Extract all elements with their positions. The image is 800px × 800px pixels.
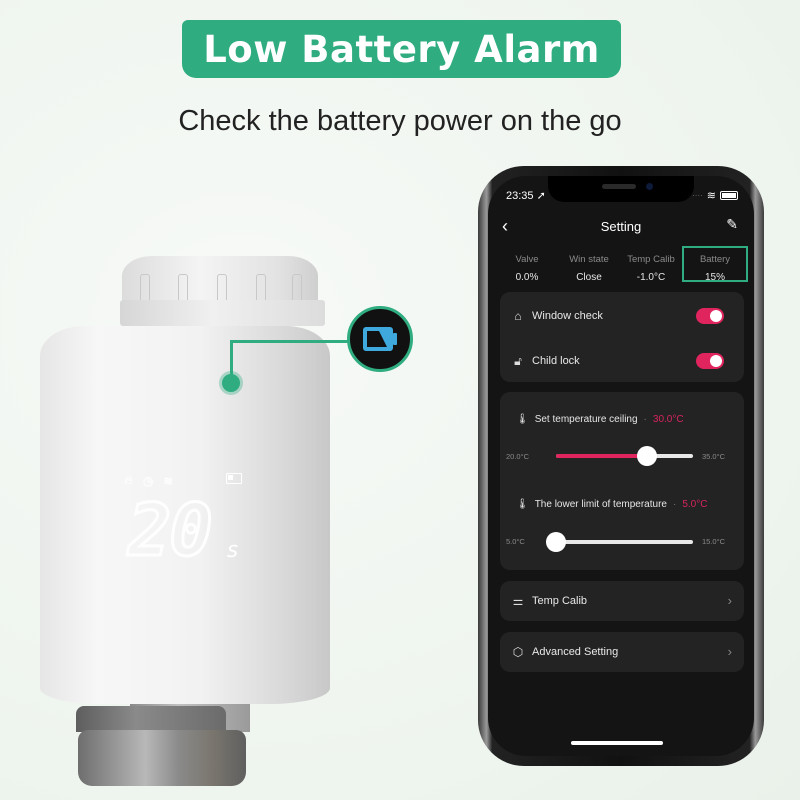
temp-calib-item[interactable]: ⚌ Temp Calib › (500, 581, 744, 621)
slider-max-label: 35.0°C (702, 452, 726, 461)
menu-row: ⬡ Advanced Setting (510, 640, 734, 664)
separator-dot: · (643, 414, 647, 425)
battery-icon (720, 191, 738, 200)
stat-temp-calib: Temp Calib -1.0°C (620, 246, 682, 290)
slider-knob[interactable] (546, 532, 566, 552)
advanced-setting-item[interactable]: ⬡ Advanced Setting › (500, 632, 744, 672)
wifi-icon: ≋ (163, 473, 174, 488)
lower-limit-slider[interactable] (546, 532, 693, 552)
stat-label: Temp Calib (627, 254, 675, 265)
edit-icon[interactable]: ✎ (726, 216, 738, 233)
status-time-wrap: 23:35 ➚ (506, 189, 546, 202)
ceiling-slider[interactable] (556, 446, 693, 466)
lcd-suffix: s (226, 538, 240, 563)
phone-screen: 23:35 ➚ ···· ≋ ‹ Setting ✎ Valve 0.0% Wi… (488, 176, 754, 756)
page-title: Setting (600, 219, 642, 234)
wifi-icon: ≋ (706, 190, 716, 202)
thermostat-body: 🔥︎ ◷ ≋ 20 s (40, 326, 330, 704)
home-indicator[interactable] (571, 741, 663, 745)
stats-row: Valve 0.0% Win state Close Temp Calib -1… (496, 246, 748, 290)
unlock-icon: 🔓︎ (514, 353, 522, 368)
sliders-icon: ⚌ (512, 594, 524, 608)
signal-icon: ···· (692, 191, 703, 200)
menu-label: Temp Calib (532, 595, 588, 607)
location-icon: ➚ (536, 190, 546, 202)
slider-knob[interactable] (637, 446, 658, 466)
subtitle: Check the battery power on the go (178, 105, 622, 137)
thermometer-icon: 🌡︎ (516, 499, 529, 510)
lcd-temperature: 20 (127, 487, 215, 574)
lcd-icons: 🔥︎ ◷ ≋ (124, 473, 173, 488)
chevron-right-icon: › (727, 593, 732, 608)
clock-icon: ◷ (142, 473, 154, 488)
slider-min-label: 20.0°C (506, 452, 530, 461)
stat-valve: Valve 0.0% (496, 246, 558, 290)
banner-title: Low Battery Alarm (203, 27, 600, 71)
slider-label: Set temperature ceiling (534, 414, 638, 425)
temperature-limits-card: 🌡︎ Set temperature ceiling · 30.0°C 20.0… (500, 392, 744, 570)
banner: Low Battery Alarm (182, 20, 621, 78)
toggle-label: Window check (532, 310, 603, 322)
window-check-row: ⌂ Window check (510, 304, 734, 328)
stat-win-state: Win state Close (558, 246, 620, 290)
callout-line (230, 340, 350, 343)
slider-fill (556, 454, 648, 458)
child-lock-toggle[interactable] (696, 353, 724, 369)
flame-icon: 🔥︎ (124, 473, 133, 487)
stat-label: Valve (515, 254, 539, 265)
status-time: 23:35 (506, 190, 534, 202)
thermostat-device: 🔥︎ ◷ ≋ 20 s (40, 250, 340, 790)
status-right: ···· ≋ (692, 189, 738, 202)
thermostat-cap-ring (120, 300, 325, 326)
toggle-label: Child lock (532, 355, 580, 367)
phone: 23:35 ➚ ···· ≋ ‹ Setting ✎ Valve 0.0% Wi… (478, 166, 764, 766)
slider-value: 30.0°C (652, 414, 684, 425)
callout-battery-badge (347, 306, 413, 372)
status-bar: 23:35 ➚ ···· ≋ (506, 189, 738, 202)
battery-low-icon (363, 327, 397, 351)
callout-dot (222, 374, 240, 392)
home-search-icon: ⌂ (514, 309, 522, 323)
hexagon-settings-icon: ⬡ (512, 645, 524, 659)
slider-value: 5.0°C (682, 499, 708, 510)
stat-label: Win state (569, 254, 609, 265)
thermostat-nut (78, 730, 246, 786)
thermometer-icon: 🌡︎ (516, 414, 529, 425)
stat-value: Close (576, 272, 602, 283)
window-check-toggle[interactable] (696, 308, 724, 324)
lower-limit-header: 🌡︎ The lower limit of temperature · 5.0°… (516, 499, 707, 510)
stat-value: 15% (704, 272, 725, 283)
chevron-right-icon: › (727, 644, 732, 659)
stat-value: -1.0°C (636, 272, 666, 283)
slider-min-label: 5.0°C (506, 537, 525, 546)
nav-bar: ‹ Setting ✎ (488, 214, 754, 238)
battery-low-icon (226, 473, 242, 484)
thermostat-nut-top (76, 706, 226, 732)
toggles-card: ⌂ Window check 🔓︎ Child lock (500, 292, 744, 382)
stat-battery: Battery 15% (682, 246, 748, 283)
separator-dot: · (672, 499, 677, 510)
menu-row: ⚌ Temp Calib (510, 589, 734, 613)
child-lock-row: 🔓︎ Child lock (510, 349, 734, 373)
slider-max-label: 15.0°C (702, 537, 726, 546)
menu-label: Advanced Setting (532, 646, 619, 658)
ceiling-header: 🌡︎ Set temperature ceiling · 30.0°C (516, 414, 684, 425)
stat-value: 0.0% (515, 272, 539, 283)
slider-label: The lower limit of temperature (534, 499, 667, 510)
stat-label: Battery (699, 254, 731, 265)
